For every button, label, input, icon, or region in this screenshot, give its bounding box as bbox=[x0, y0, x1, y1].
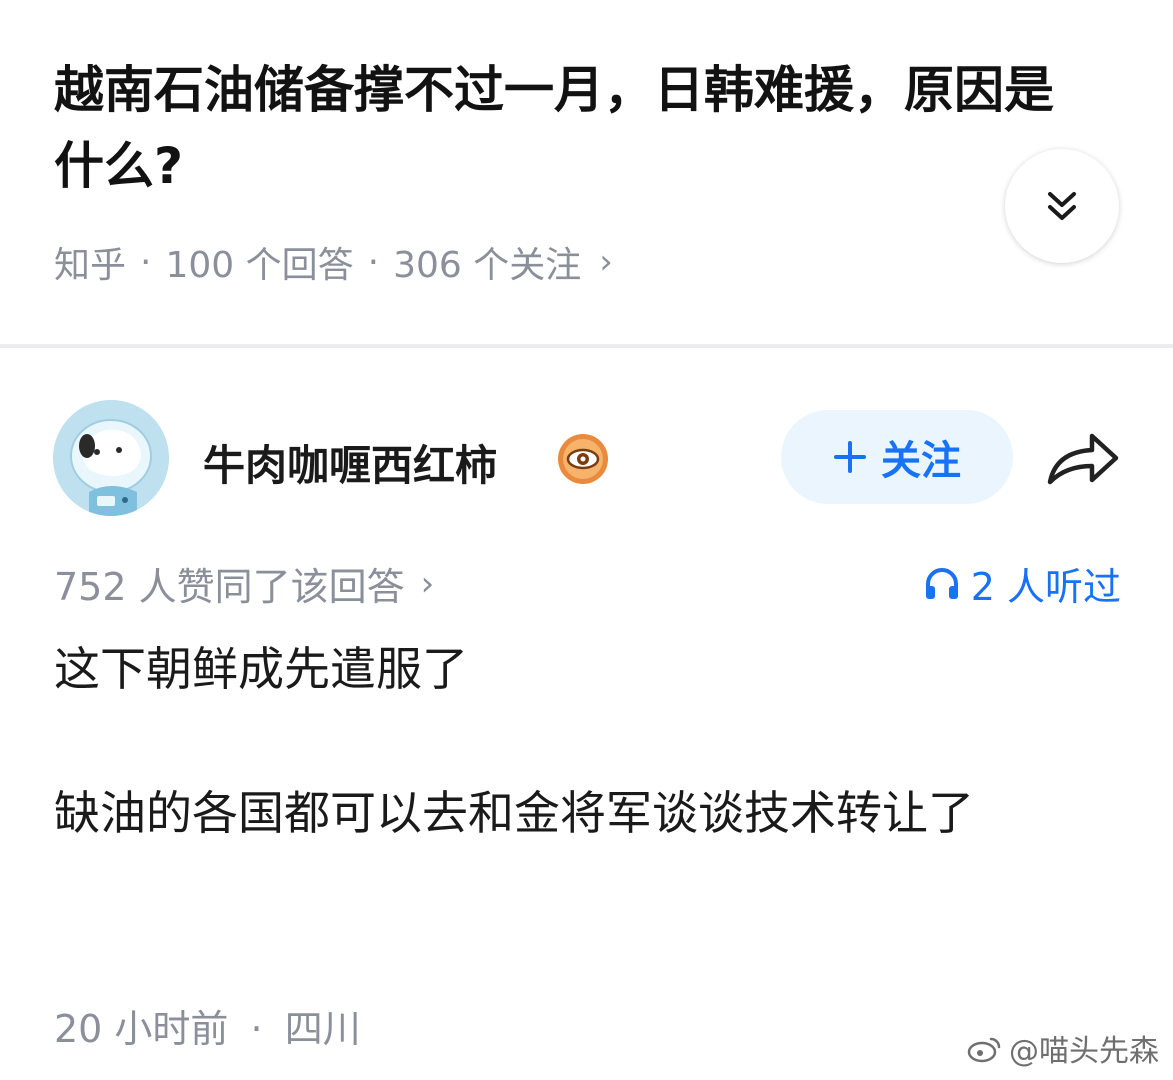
follower-count: 306 个关注 bbox=[393, 245, 582, 286]
author-name[interactable]: 牛肉咖喱西红柿 bbox=[203, 432, 497, 493]
answer-paragraph: 缺油的各国都可以去和金将军谈谈技术转让了 bbox=[54, 786, 974, 840]
source-label: 知乎 bbox=[54, 245, 127, 286]
question-header: 越南石油储备撑不过一月，日韩难援，原因是什么? 知乎 · 100 个回答 · 3… bbox=[0, 0, 1173, 344]
question-title[interactable]: 越南石油储备撑不过一月，日韩难援，原因是什么? bbox=[54, 52, 1074, 204]
follow-button[interactable]: 关注 bbox=[781, 410, 1013, 504]
headphones-icon bbox=[925, 567, 958, 599]
vote-text: 752 人赞同了该回答 bbox=[54, 565, 405, 609]
question-meta[interactable]: 知乎 · 100 个回答 · 306 个关注 › bbox=[54, 236, 613, 288]
listen-count[interactable]: 2 人听过 bbox=[923, 556, 1121, 611]
chevron-right-icon: › bbox=[599, 242, 613, 282]
meta-separator: · bbox=[250, 1007, 263, 1051]
expand-icon bbox=[1048, 192, 1076, 220]
badge-icon bbox=[558, 434, 608, 484]
answer-footer: 20 小时前 · 四川 bbox=[54, 998, 361, 1053]
watermark-text: @喵头先森 bbox=[1009, 1034, 1159, 1069]
post-location: 四川 bbox=[284, 1007, 361, 1051]
watermark: @喵头先森 bbox=[967, 1026, 1159, 1070]
share-icon[interactable] bbox=[1046, 430, 1120, 488]
meta-separator: · bbox=[140, 241, 152, 283]
answer-paragraph: 这下朝鲜成先遣服了 bbox=[54, 642, 468, 696]
post-time: 20 小时前 bbox=[54, 1007, 229, 1051]
meta-separator: · bbox=[367, 241, 380, 283]
vote-count[interactable]: 752 人赞同了该回答 › bbox=[54, 556, 434, 611]
follow-label: 关注 bbox=[881, 438, 961, 484]
avatar[interactable] bbox=[53, 400, 169, 516]
weibo-icon bbox=[967, 1037, 1001, 1063]
answer-card: 牛肉咖喱西红柿 关注 752 人赞同了该回答 › 2 人听过 这下朝鲜成先遣服了… bbox=[0, 348, 1173, 1080]
avatar-illustration bbox=[53, 400, 169, 516]
plus-icon bbox=[834, 441, 866, 473]
expand-button[interactable] bbox=[1005, 149, 1119, 263]
listen-text: 2 人听过 bbox=[970, 565, 1121, 609]
chevron-right-icon: › bbox=[420, 563, 435, 604]
answer-count: 100 个回答 bbox=[165, 245, 354, 286]
